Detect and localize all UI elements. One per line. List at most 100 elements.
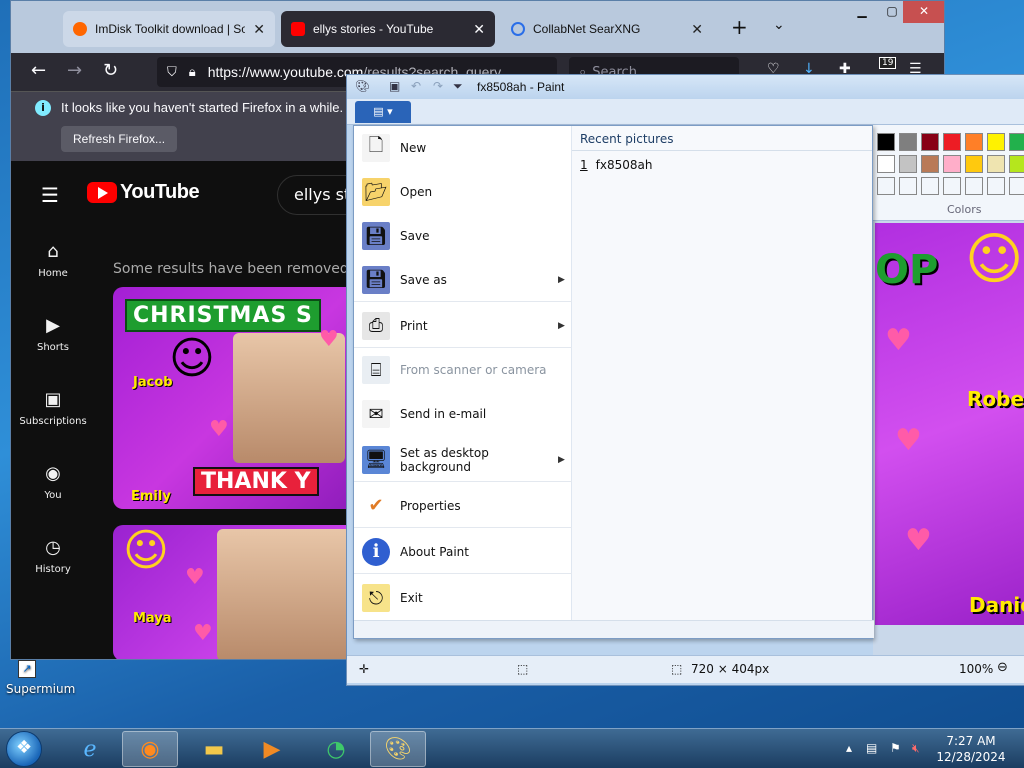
sidebar-item-subscriptions[interactable]: ▣ Subscriptions — [11, 389, 95, 427]
desktop-shortcut-supermium[interactable]: ↗ Supermium — [6, 660, 75, 696]
color-swatch[interactable] — [877, 133, 895, 151]
color-swatch[interactable] — [921, 155, 939, 173]
close-icon[interactable]: ✕ — [253, 21, 265, 38]
color-swatch[interactable] — [987, 177, 1005, 195]
history-icon: ◷ — [45, 537, 61, 558]
tab-imdisk[interactable]: ImDisk Toolkit download | Sourc ✕ — [63, 11, 275, 47]
firefox-icon[interactable]: ◉ — [122, 731, 178, 767]
color-swatch[interactable] — [877, 177, 895, 195]
redo-icon[interactable]: ↷ — [433, 79, 443, 93]
color-swatch[interactable] — [965, 177, 983, 195]
system-clock[interactable]: 7:27 AM 12/28/2024 — [936, 733, 1006, 765]
character-name: Danie — [969, 593, 1024, 617]
thumbnail-photo — [217, 529, 367, 659]
menu-item-save-as[interactable]: 💾︎ Save as ▶ — [354, 258, 572, 302]
zoom-out-button[interactable]: ⊖ — [997, 660, 1008, 675]
chevron-down-icon[interactable]: ⌄ — [773, 17, 785, 33]
menu-item-print[interactable]: ⎙ Print ▶ — [354, 304, 572, 348]
menu-item-from-scanner-or-camera[interactable]: ⌸ From scanner or camera — [354, 348, 572, 392]
heart-icon: ♥ — [193, 621, 213, 646]
menu-item-save[interactable]: 💾︎ Save — [354, 214, 572, 258]
user-icon: ◉ — [45, 463, 61, 484]
save-icon[interactable]: ▣ — [389, 79, 400, 93]
customize-toolbar-icon[interactable]: ⏷ — [453, 79, 463, 94]
notice-text: It looks like you haven't started Firefo… — [61, 100, 381, 115]
menu-item-about-paint[interactable]: ℹ About Paint — [354, 530, 572, 574]
menu-item-set-as-desktop-background[interactable]: 🖥︎ Set as desktop background ▶ — [354, 438, 572, 482]
forward-button[interactable]: → — [67, 60, 82, 81]
undo-icon[interactable]: ↶ — [411, 79, 421, 93]
canvas-image[interactable]: OP ☺ ♥ ♥ ♥ Rober Danie — [875, 223, 1024, 625]
url-host: https://www.youtube.com — [207, 64, 364, 80]
heart-icon: ♥ — [319, 327, 339, 352]
color-swatch[interactable] — [899, 155, 917, 173]
media-player-icon[interactable]: ▶ — [244, 731, 300, 767]
clock-time: 7:27 AM — [946, 734, 996, 748]
lock-icon[interactable]: 🔒︎ — [189, 64, 196, 80]
close-icon[interactable]: ✕ — [691, 21, 703, 38]
color-swatch[interactable] — [921, 177, 939, 195]
color-swatch[interactable] — [965, 133, 983, 151]
sidebar-item-you[interactable]: ◉ You — [11, 463, 95, 501]
start-button[interactable] — [6, 731, 42, 767]
heart-icon: ♥ — [885, 323, 912, 358]
new-tab-button[interactable]: + — [731, 15, 748, 39]
color-swatch[interactable] — [899, 133, 917, 151]
color-swatch[interactable] — [943, 133, 961, 151]
menu-item-send-in-e-mail[interactable]: ✉ Send in e-mail — [354, 392, 572, 436]
hamburger-menu-icon[interactable]: ☰ — [41, 183, 59, 207]
sidebar-item-home[interactable]: ⌂ Home — [11, 241, 95, 279]
menu-item-label: Open — [400, 185, 433, 199]
color-swatch[interactable] — [1009, 155, 1024, 173]
chat-app-icon[interactable]: ◔ — [308, 731, 364, 767]
network-icon[interactable]: ▤ — [866, 741, 877, 755]
color-swatch[interactable] — [1009, 133, 1024, 151]
color-swatch[interactable] — [943, 177, 961, 195]
close-icon[interactable]: ✕ — [473, 21, 485, 38]
color-swatch[interactable] — [899, 177, 917, 195]
file-explorer-icon[interactable]: ▬ — [186, 731, 242, 767]
menu-item-open[interactable]: 📂︎ Open — [354, 170, 572, 214]
tab-searxng[interactable]: CollabNet SearXNG ✕ — [501, 11, 713, 47]
back-button[interactable]: ← — [31, 60, 46, 81]
menu-item-properties[interactable]: ✔ Properties — [354, 484, 572, 528]
video-thumbnail[interactable]: ☺ ♥ ♥ Maya — [113, 525, 373, 659]
volume-muted-icon[interactable]: 🔇︎ — [912, 741, 920, 756]
color-swatch[interactable] — [987, 155, 1005, 173]
youtube-logo[interactable]: YouTube — [87, 181, 200, 204]
video-thumbnail[interactable]: CHRISTMAS S ☺ ♥ ♥ Jacob Emily THANK Y — [113, 287, 373, 509]
menu-item-exit[interactable]: ⎋ Exit — [354, 576, 572, 620]
color-swatch[interactable] — [987, 133, 1005, 151]
reload-button[interactable]: ↻ — [103, 60, 118, 81]
minimize-button[interactable]: ▁ — [847, 1, 877, 23]
recent-picture-item[interactable]: 1 fx8508ah — [580, 158, 660, 172]
sidebar-item-label: Subscriptions — [19, 416, 87, 427]
character-name: Rober — [967, 387, 1024, 411]
internet-explorer-icon[interactable]: ℯ — [62, 731, 118, 767]
action-center-flag-icon[interactable]: ⚑ — [890, 741, 901, 755]
thumbnail-banner: CHRISTMAS S — [125, 299, 321, 332]
color-swatch[interactable] — [943, 155, 961, 173]
color-swatch[interactable] — [1009, 177, 1024, 195]
paint-icon[interactable]: 🎨︎ — [370, 731, 426, 767]
refresh-firefox-button[interactable]: Refresh Firefox... — [61, 126, 178, 152]
recent-item-index: 1 — [580, 158, 588, 172]
color-swatch[interactable] — [965, 155, 983, 173]
sidebar-item-history[interactable]: ◷ History — [11, 537, 95, 575]
menu-item-new[interactable]: 🗋︎ New — [354, 126, 572, 170]
youtube-icon — [291, 22, 305, 36]
sidebar-item-shorts[interactable]: ▶ Shorts — [11, 315, 95, 353]
shield-icon[interactable]: ⛉ — [167, 64, 177, 80]
paint-app-icon[interactable]: 🎨︎ — [355, 79, 370, 93]
color-swatch[interactable] — [921, 133, 939, 151]
tab-youtube[interactable]: ellys stories - YouTube ✕ — [281, 11, 495, 47]
file-menu-button[interactable]: ▤ ▾ — [355, 101, 411, 123]
color-swatch[interactable] — [877, 155, 895, 173]
paint-window: 🎨︎ ▣ ↶ ↷ ⏷ fx8508ah - Paint ▤ ▾ Colors O… — [346, 74, 1024, 686]
show-hidden-icons[interactable]: ▴ — [846, 741, 852, 755]
close-window-button[interactable]: ✕ — [903, 1, 944, 23]
paint-status-bar: ✛ ⬚ ⬚ 720 × 404px 100% ⊖ — [347, 655, 1024, 683]
heart-icon: ♥ — [209, 417, 229, 442]
desktop-background-icon: 🖥︎ — [362, 445, 390, 474]
menu-item-label: New — [400, 141, 427, 155]
